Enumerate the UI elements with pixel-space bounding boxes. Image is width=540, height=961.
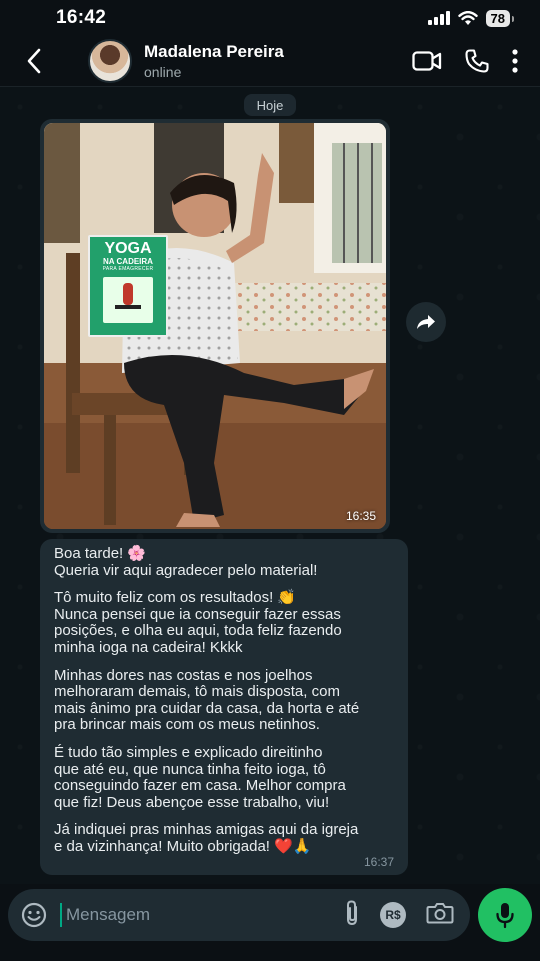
status-time: 16:42 [56, 7, 107, 28]
book-figure [103, 277, 153, 323]
input-bar: R$ [0, 884, 540, 961]
forward-icon [417, 315, 435, 329]
back-button[interactable] [6, 36, 62, 86]
book-title-line2: NA CADEIRA [103, 257, 153, 266]
more-vert-icon [512, 49, 518, 73]
contact-status: online [144, 64, 182, 80]
video-call-icon [412, 51, 442, 71]
emoji-icon [21, 902, 47, 928]
composer-actions: R$ [344, 899, 470, 932]
text-message[interactable]: Boa tarde! 🌸 Queria vir aqui agradecer p… [40, 539, 408, 875]
message-paragraph: Já indiquei pras minhas amigas aqui da i… [54, 821, 359, 855]
attach-button[interactable] [344, 899, 360, 932]
contact-name: Madalena Pereira [144, 42, 284, 61]
camera-button[interactable] [426, 901, 454, 930]
header-actions [412, 48, 540, 74]
attach-icon [347, 899, 357, 925]
message-photo[interactable]: YOGA NA CADEIRA PARA EMAGRECER 16:35 [44, 123, 386, 529]
message-composer: R$ [8, 889, 470, 941]
message-input[interactable] [66, 905, 344, 925]
image-message[interactable]: YOGA NA CADEIRA PARA EMAGRECER 16:35 [40, 119, 390, 533]
camera-icon [426, 902, 454, 923]
battery-indicator: 78 [485, 9, 515, 27]
wifi-icon [457, 10, 478, 25]
status-icons: 78 [427, 9, 515, 27]
voice-call-button[interactable] [464, 48, 490, 74]
signal-icon [427, 11, 450, 25]
book-title-line1: YOGA [104, 240, 152, 257]
book-cover: YOGA NA CADEIRA PARA EMAGRECER [88, 235, 168, 337]
more-options-button[interactable] [512, 49, 518, 73]
mic-icon [496, 903, 514, 929]
video-call-button[interactable] [412, 50, 442, 72]
status-bar: 16:42 78 [0, 0, 540, 36]
back-arrow-icon [27, 48, 41, 74]
phone-icon [465, 49, 489, 73]
text-message-time: 16:37 [363, 855, 394, 869]
contact-info[interactable]: Madalena Pereira online [144, 42, 412, 80]
forward-button[interactable] [406, 302, 446, 342]
message-paragraph: Minhas dores nas costas e nos joelhos me… [54, 666, 360, 734]
image-message-time: 16:35 [345, 509, 376, 523]
pix-payment-icon[interactable]: R$ [380, 902, 406, 928]
chat-header: Madalena Pereira online [0, 36, 540, 86]
emoji-button[interactable] [8, 902, 60, 928]
mic-button[interactable] [478, 888, 532, 942]
book-subtitle: PARA EMAGRECER [102, 266, 154, 272]
message-paragraph: Boa tarde! 🌸 Queria vir aqui agradecer p… [54, 545, 318, 579]
message-paragraph: Tô muito feliz com os resultados! 👏 Nunc… [54, 589, 342, 656]
chat-area[interactable]: Hoje YOGA NA CADEIRA PARA EMAGRECER 16:3… [0, 86, 540, 884]
text-cursor [60, 903, 62, 927]
avatar[interactable] [88, 39, 132, 83]
date-chip: Hoje [244, 94, 296, 116]
message-paragraph: É tudo tão simples e explicado direitinh… [54, 743, 346, 811]
